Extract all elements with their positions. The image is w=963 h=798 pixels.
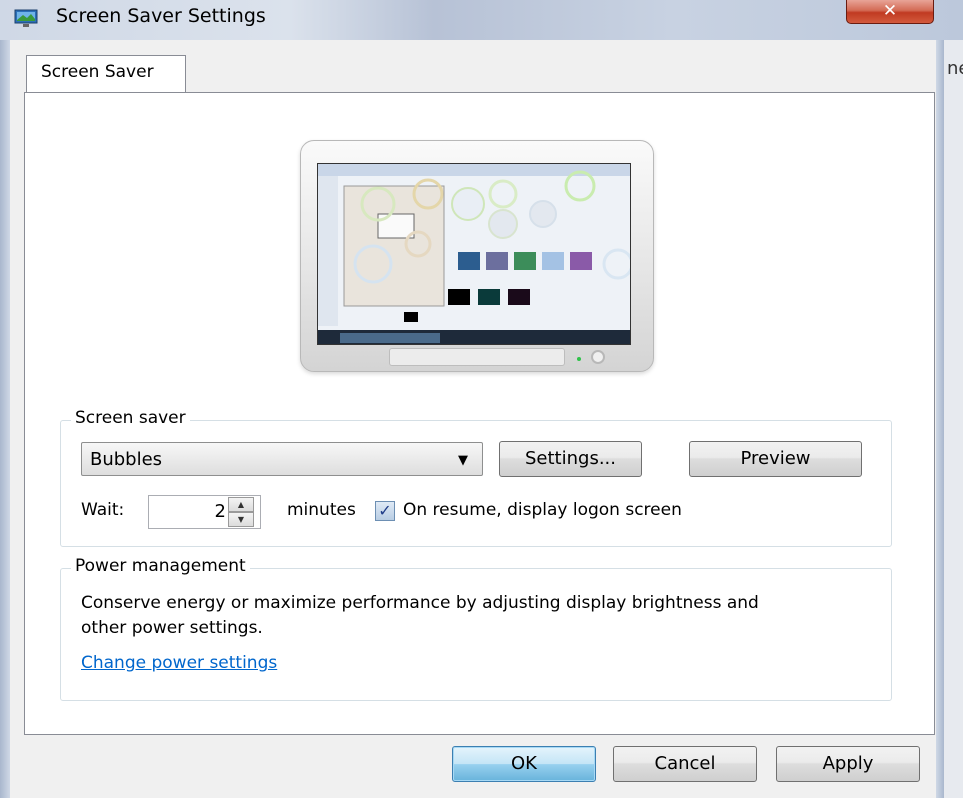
spin-up-icon[interactable]: ▲ — [228, 497, 254, 512]
monitor-stand — [389, 348, 565, 366]
window-border-right — [936, 40, 944, 798]
preview-thumbnail — [318, 164, 630, 344]
minutes-label: minutes — [287, 500, 356, 520]
tab-label: Screen Saver — [41, 62, 154, 82]
ok-button[interactable]: OK — [452, 746, 596, 782]
preview-monitor — [300, 140, 654, 372]
logon-checkbox[interactable]: ✓ — [375, 501, 395, 521]
change-power-settings-link[interactable]: Change power settings — [81, 653, 277, 673]
selected-value: Bubbles — [90, 449, 163, 470]
dialog-body: Screen Saver Screen saver Bubbles ▼ Sett… — [0, 40, 944, 798]
spin-down-icon[interactable]: ▼ — [228, 512, 254, 527]
close-button[interactable]: ✕ — [846, 0, 934, 24]
window-border-left — [0, 40, 10, 798]
background-text: ne — [947, 58, 963, 79]
wait-label: Wait: — [81, 500, 125, 520]
power-description: Conserve energy or maximize performance … — [81, 593, 759, 638]
apply-button[interactable]: Apply — [776, 746, 920, 782]
tab-panel: Screen saver Bubbles ▼ Settings... Previ… — [24, 92, 935, 735]
window-title: Screen Saver Settings — [56, 5, 266, 27]
preview-screen — [317, 163, 631, 345]
background-window: co ne — [944, 0, 963, 798]
settings-button[interactable]: Settings... — [499, 441, 642, 477]
screen-saver-group: Screen saver Bubbles ▼ Settings... Previ… — [60, 408, 892, 547]
screen-saver-app-icon — [14, 9, 38, 27]
cancel-button[interactable]: Cancel — [613, 746, 757, 782]
power-management-group: Power management Conserve energy or maxi… — [60, 556, 892, 701]
logon-checkbox-label[interactable]: On resume, display logon screen — [403, 500, 682, 520]
group-label: Power management — [71, 556, 250, 576]
screen-saver-select[interactable]: Bubbles ▼ — [81, 442, 483, 476]
group-label: Screen saver — [71, 408, 190, 428]
dropdown-arrow-icon: ▼ — [458, 453, 468, 468]
preview-button[interactable]: Preview — [689, 441, 862, 477]
title-bar[interactable]: Screen Saver Settings ✕ — [0, 0, 963, 40]
tab-screen-saver[interactable]: Screen Saver — [26, 55, 186, 93]
power-led — [577, 357, 581, 361]
wait-spinner[interactable]: ▲ ▼ — [228, 497, 254, 527]
power-button-icon — [591, 350, 605, 364]
